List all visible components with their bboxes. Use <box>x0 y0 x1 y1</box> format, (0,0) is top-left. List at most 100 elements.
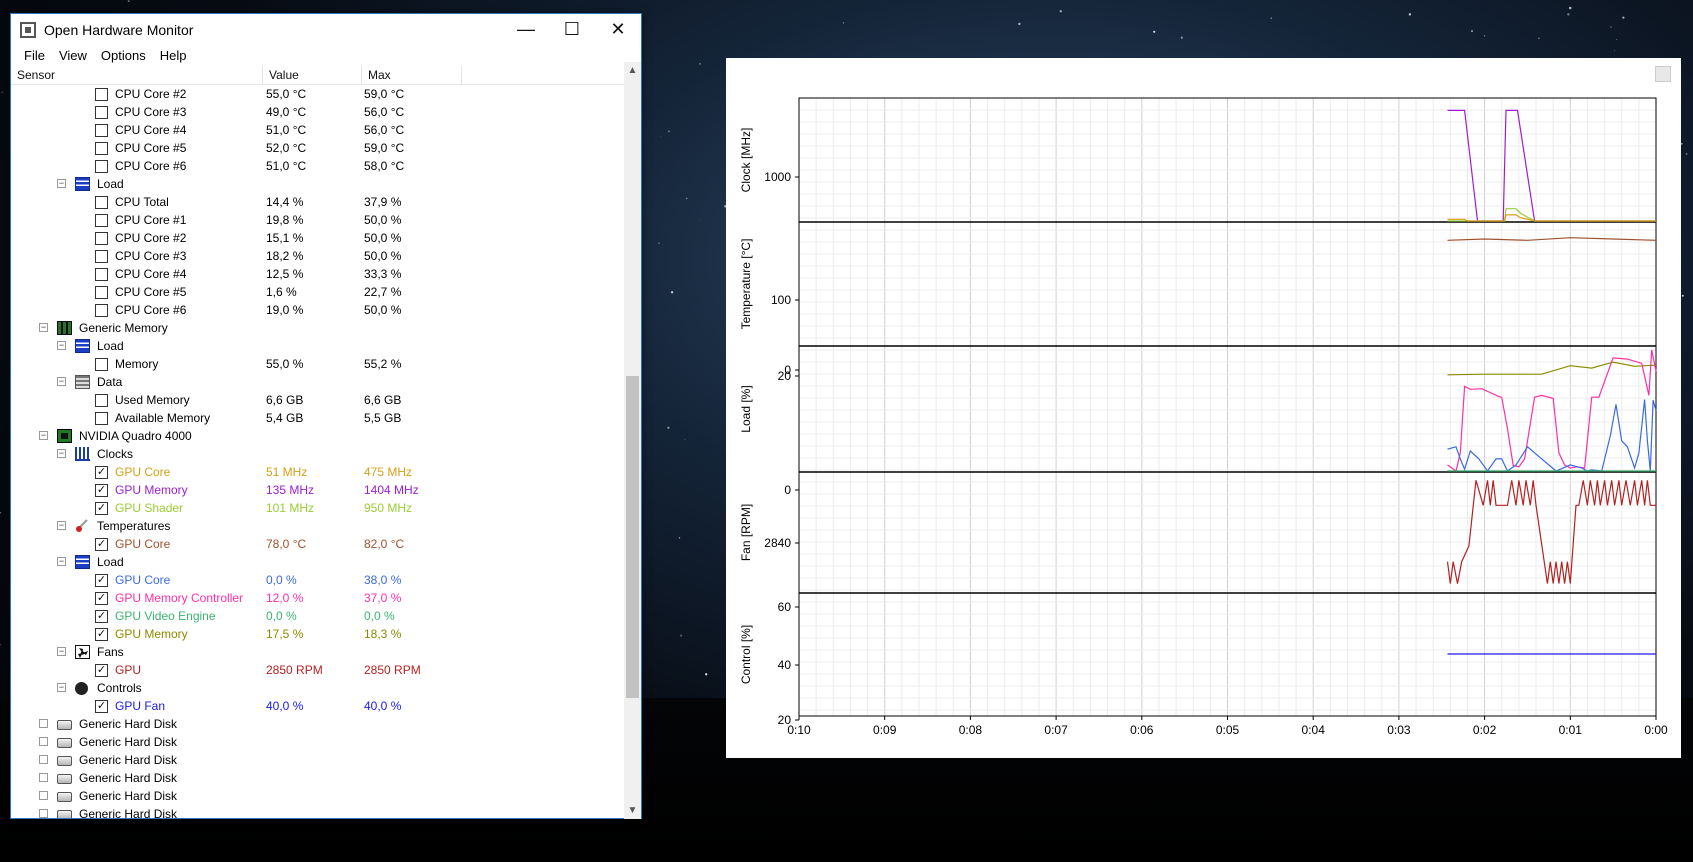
expand-collapse-icon[interactable]: − <box>57 341 66 350</box>
plot-checkbox[interactable]: ✓ <box>95 574 108 587</box>
plot-checkbox[interactable] <box>95 214 108 227</box>
sensor-row[interactable]: ✓ GPU Fan 40,0 % 40,0 % <box>11 697 625 715</box>
sensor-row[interactable]: ✓ GPU Memory 135 MHz 1404 MHz <box>11 481 625 499</box>
expand-collapse-icon[interactable] <box>39 809 48 818</box>
plot-checkbox[interactable] <box>95 160 108 173</box>
plot-checkbox[interactable] <box>95 268 108 281</box>
plot-checkbox[interactable] <box>95 196 108 209</box>
sensor-row[interactable]: ✓ GPU Core 51 MHz 475 MHz <box>11 463 625 481</box>
plot-checkbox[interactable]: ✓ <box>95 610 108 623</box>
group-row[interactable]: − Load <box>11 175 625 193</box>
plot-checkbox[interactable]: ✓ <box>95 484 108 497</box>
group-row[interactable]: − Data <box>11 373 625 391</box>
sensor-row[interactable]: CPU Core #3 18,2 % 50,0 % <box>11 247 625 265</box>
plot-checkbox[interactable]: ✓ <box>95 628 108 641</box>
group-row[interactable]: − Controls <box>11 679 625 697</box>
expand-collapse-icon[interactable] <box>39 791 48 800</box>
sensor-row[interactable]: CPU Core #6 19,0 % 50,0 % <box>11 301 625 319</box>
expand-collapse-icon[interactable] <box>39 719 48 728</box>
maximize-button[interactable]: ☐ <box>549 14 595 45</box>
scrollbar-thumb[interactable] <box>626 376 639 698</box>
menu-view[interactable]: View <box>52 48 94 63</box>
sensor-row[interactable]: ✓ GPU Memory 17,5 % 18,3 % <box>11 625 625 643</box>
plot-checkbox[interactable]: ✓ <box>95 502 108 515</box>
expand-collapse-icon[interactable]: − <box>57 521 66 530</box>
expand-collapse-icon[interactable] <box>39 755 48 764</box>
sensor-row[interactable]: ✓ GPU Memory Controller 12,0 % 37,0 % <box>11 589 625 607</box>
sensor-row[interactable]: Available Memory 5,4 GB 5,5 GB <box>11 409 625 427</box>
plot-checkbox[interactable]: ✓ <box>95 664 108 677</box>
scroll-down-arrow-icon[interactable]: ▼ <box>624 802 641 819</box>
expand-collapse-icon[interactable] <box>39 737 48 746</box>
menu-file[interactable]: File <box>17 48 52 63</box>
expand-collapse-icon[interactable]: − <box>39 323 48 332</box>
hardware-row[interactable]: Generic Hard Disk <box>11 787 625 805</box>
hardware-row[interactable]: Generic Hard Disk <box>11 715 625 733</box>
plot-checkbox[interactable] <box>95 142 108 155</box>
sensor-row[interactable]: CPU Core #2 55,0 °C 59,0 °C <box>11 85 625 103</box>
hardware-row[interactable]: − Generic Memory <box>11 319 625 337</box>
column-max[interactable]: Max <box>362 66 462 84</box>
hardware-label: Generic Hard Disk <box>79 807 178 818</box>
expand-collapse-icon[interactable]: − <box>57 647 66 656</box>
hardware-row[interactable]: Generic Hard Disk <box>11 733 625 751</box>
expand-collapse-icon[interactable]: − <box>57 179 66 188</box>
expand-collapse-icon[interactable]: − <box>57 377 66 386</box>
plot-checkbox[interactable] <box>95 88 108 101</box>
expand-collapse-icon[interactable]: − <box>57 449 66 458</box>
group-row[interactable]: − Clocks <box>11 445 625 463</box>
group-row[interactable]: − Fans <box>11 643 625 661</box>
close-button[interactable]: ✕ <box>595 14 641 45</box>
expand-collapse-icon[interactable]: − <box>57 557 66 566</box>
title-bar[interactable]: Open Hardware Monitor — ☐ ✕ <box>11 14 641 45</box>
menu-options[interactable]: Options <box>94 48 153 63</box>
group-row[interactable]: − Load <box>11 337 625 355</box>
sensor-row[interactable]: CPU Core #5 52,0 °C 59,0 °C <box>11 139 625 157</box>
sensor-row[interactable]: ✓ GPU Core 0,0 % 38,0 % <box>11 571 625 589</box>
plot-checkbox[interactable] <box>95 358 108 371</box>
plot-checkbox[interactable]: ✓ <box>95 466 108 479</box>
plot-checkbox[interactable]: ✓ <box>95 538 108 551</box>
sensor-row[interactable]: CPU Core #1 19,8 % 50,0 % <box>11 211 625 229</box>
sensor-row[interactable]: Memory 55,0 % 55,2 % <box>11 355 625 373</box>
hardware-row[interactable]: Generic Hard Disk <box>11 751 625 769</box>
plot-checkbox[interactable] <box>95 394 108 407</box>
group-row[interactable]: − Temperatures <box>11 517 625 535</box>
group-row[interactable]: − Load <box>11 553 625 571</box>
menu-help[interactable]: Help <box>153 48 194 63</box>
sensor-row[interactable]: CPU Core #5 1,6 % 22,7 % <box>11 283 625 301</box>
sensor-row[interactable]: CPU Core #3 49,0 °C 56,0 °C <box>11 103 625 121</box>
sensor-row[interactable]: ✓ GPU Video Engine 0,0 % 0,0 % <box>11 607 625 625</box>
column-value[interactable]: Value <box>263 66 362 84</box>
plot-checkbox[interactable] <box>95 124 108 137</box>
hardware-row[interactable]: Generic Hard Disk <box>11 805 625 818</box>
plot-checkbox[interactable] <box>95 412 108 425</box>
plot-checkbox[interactable] <box>95 106 108 119</box>
scroll-up-arrow-icon[interactable]: ▲ <box>624 62 641 79</box>
sensor-row[interactable]: ✓ GPU Core 78,0 °C 82,0 °C <box>11 535 625 553</box>
sensor-row[interactable]: ✓ GPU Shader 101 MHz 950 MHz <box>11 499 625 517</box>
sensor-row[interactable]: ✓ GPU 2850 RPM 2850 RPM <box>11 661 625 679</box>
hardware-row[interactable]: − NVIDIA Quadro 4000 <box>11 427 625 445</box>
plot-checkbox[interactable] <box>95 232 108 245</box>
sensor-row[interactable]: Used Memory 6,6 GB 6,6 GB <box>11 391 625 409</box>
hardware-row[interactable]: Generic Hard Disk <box>11 769 625 787</box>
sensor-label: Used Memory <box>115 393 190 407</box>
sensor-row[interactable]: CPU Core #6 51,0 °C 58,0 °C <box>11 157 625 175</box>
minimize-button[interactable]: — <box>503 14 549 45</box>
plot-checkbox[interactable] <box>95 250 108 263</box>
sensor-row[interactable]: CPU Core #4 51,0 °C 56,0 °C <box>11 121 625 139</box>
column-sensor[interactable]: Sensor <box>11 66 263 84</box>
expand-collapse-icon[interactable]: − <box>39 431 48 440</box>
expand-collapse-icon[interactable] <box>39 773 48 782</box>
sensor-row[interactable]: CPU Core #2 15,1 % 50,0 % <box>11 229 625 247</box>
sensor-row[interactable]: CPU Total 14,4 % 37,9 % <box>11 193 625 211</box>
plot-checkbox[interactable] <box>95 304 108 317</box>
vertical-scrollbar[interactable]: ▲ ▼ <box>624 62 641 819</box>
plot-checkbox[interactable]: ✓ <box>95 700 108 713</box>
plot-checkbox[interactable]: ✓ <box>95 592 108 605</box>
sensor-max: 37,9 % <box>364 195 402 209</box>
plot-checkbox[interactable] <box>95 286 108 299</box>
sensor-row[interactable]: CPU Core #4 12,5 % 33,3 % <box>11 265 625 283</box>
expand-collapse-icon[interactable]: − <box>57 683 66 692</box>
